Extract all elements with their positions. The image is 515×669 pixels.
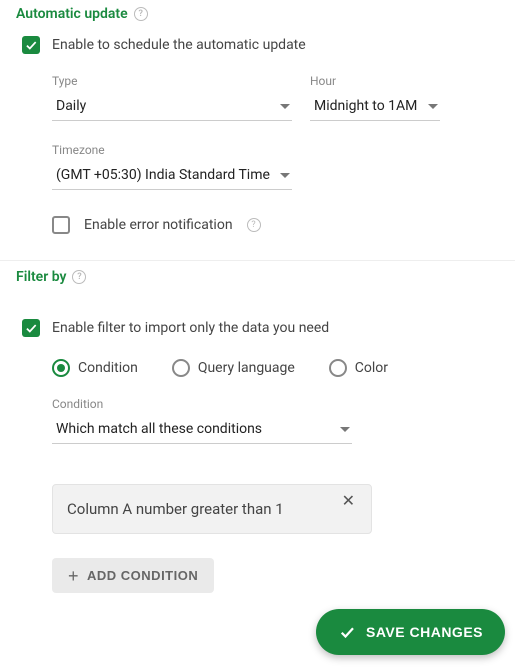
- condition-chip: Column A number greater than 1 ✕: [52, 484, 372, 534]
- automatic-update-section: Automatic update ? Enable to schedule th…: [0, 0, 515, 261]
- automatic-update-title: Automatic update ?: [16, 6, 499, 22]
- radio-icon: [52, 359, 70, 377]
- filter-section: Filter by ? Enable filter to import only…: [0, 261, 515, 611]
- chevron-down-icon: [280, 173, 290, 178]
- hour-select[interactable]: Midnight to 1AM: [310, 92, 440, 121]
- condition-label: Condition: [52, 397, 352, 411]
- timezone-field: Timezone (GMT +05:30) India Standard Tim…: [52, 143, 292, 190]
- radio-condition-label: Condition: [78, 360, 138, 376]
- save-changes-button[interactable]: SAVE CHANGES: [316, 609, 505, 655]
- type-select[interactable]: Daily: [52, 92, 292, 121]
- help-icon[interactable]: ?: [72, 270, 86, 284]
- condition-select[interactable]: Which match all these conditions: [52, 415, 352, 444]
- add-condition-button[interactable]: + ADD CONDITION: [52, 558, 214, 593]
- chevron-down-icon: [280, 104, 290, 109]
- enable-filter-row: Enable filter to import only the data yo…: [22, 319, 499, 337]
- hour-value: Midnight to 1AM: [314, 98, 417, 114]
- type-field: Type Daily: [52, 74, 292, 121]
- enable-auto-update-label: Enable to schedule the automatic update: [52, 37, 306, 53]
- condition-value: Which match all these conditions: [56, 421, 262, 437]
- timezone-select[interactable]: (GMT +05:30) India Standard Time: [52, 161, 292, 190]
- radio-color-label: Color: [355, 360, 388, 376]
- timezone-label: Timezone: [52, 143, 292, 157]
- enable-filter-checkbox[interactable]: [22, 319, 40, 337]
- hour-label: Hour: [310, 74, 440, 88]
- radio-query-language[interactable]: Query language: [172, 359, 295, 377]
- error-notification-checkbox[interactable]: [52, 216, 70, 234]
- filter-title: Filter by ?: [16, 269, 499, 285]
- chevron-down-icon: [340, 427, 350, 432]
- radio-query-label: Query language: [198, 360, 295, 376]
- check-icon: [338, 623, 356, 641]
- type-value: Daily: [56, 98, 86, 114]
- condition-field: Condition Which match all these conditio…: [52, 397, 352, 444]
- error-notification-row: Enable error notification ?: [52, 216, 499, 234]
- chevron-down-icon: [428, 104, 438, 109]
- filter-title-text: Filter by: [16, 269, 66, 285]
- help-icon[interactable]: ?: [247, 218, 261, 232]
- enable-auto-update-checkbox[interactable]: [22, 36, 40, 54]
- radio-icon: [172, 359, 190, 377]
- radio-color[interactable]: Color: [329, 359, 388, 377]
- hour-field: Hour Midnight to 1AM: [310, 74, 440, 121]
- enable-filter-label: Enable filter to import only the data yo…: [52, 320, 329, 336]
- help-icon[interactable]: ?: [134, 7, 148, 21]
- timezone-value: (GMT +05:30) India Standard Time: [56, 167, 270, 183]
- automatic-update-title-text: Automatic update: [16, 6, 128, 22]
- enable-auto-update-row: Enable to schedule the automatic update: [22, 36, 499, 54]
- radio-condition[interactable]: Condition: [52, 359, 138, 377]
- condition-chip-text: Column A number greater than 1: [67, 500, 284, 518]
- radio-icon: [329, 359, 347, 377]
- type-label: Type: [52, 74, 292, 88]
- add-condition-label: ADD CONDITION: [87, 568, 198, 583]
- error-notification-label: Enable error notification: [84, 217, 233, 233]
- save-changes-label: SAVE CHANGES: [366, 624, 483, 640]
- filter-type-radio-group: Condition Query language Color: [52, 359, 499, 377]
- close-icon[interactable]: ✕: [340, 491, 357, 511]
